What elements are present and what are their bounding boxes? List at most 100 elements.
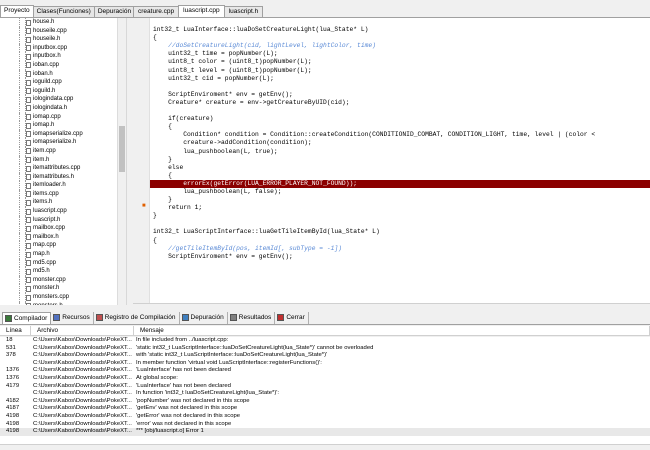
file-tree-item[interactable]: items.h bbox=[0, 198, 126, 208]
code-line: Creature* creature = env->getCreatureByU… bbox=[153, 98, 350, 106]
message-row[interactable]: 531 C:\Users\Kabos\Downloads\PokeXT... 'st… bbox=[0, 345, 650, 353]
file-tree-item[interactable]: itemloader.h bbox=[0, 181, 126, 190]
file-tree-item[interactable]: md5.h bbox=[0, 267, 126, 276]
file-name: iomap.h bbox=[33, 122, 55, 129]
code-line: } bbox=[153, 155, 172, 163]
tab-cerrar[interactable]: Cerrar bbox=[275, 311, 309, 324]
message-text: 'static int32_t LuaScriptInterface::luaD… bbox=[136, 344, 374, 351]
code-editor[interactable]: int32_t LuaInterface::luaDoSetCreatureLi… bbox=[150, 18, 650, 303]
file-tree-item[interactable]: monster.h bbox=[0, 284, 126, 293]
file-icon bbox=[26, 36, 31, 43]
message-row[interactable]: 4182 C:\Users\Kabos\Downloads\PokeXT... 'p… bbox=[0, 398, 650, 406]
tab-resultados[interactable]: Resultados bbox=[228, 311, 276, 324]
file-tree-item[interactable]: ioban.cpp bbox=[0, 60, 126, 70]
file-icon bbox=[26, 88, 31, 95]
file-tree-item[interactable]: iologindata.h bbox=[0, 103, 126, 113]
file-tree-item[interactable]: md5.cpp bbox=[0, 258, 126, 268]
file-tree-item[interactable]: iomapserialize.h bbox=[0, 138, 126, 147]
file-icon bbox=[26, 217, 31, 224]
file-tree-item[interactable]: inputbox.h bbox=[0, 52, 126, 61]
editor-horizontal-scrollbar[interactable] bbox=[133, 303, 650, 311]
message-row[interactable]: 4198 C:\Users\Kabos\Downloads\PokeXT... **… bbox=[0, 428, 650, 436]
file-name: iomapserialize.cpp bbox=[33, 130, 83, 137]
project-panel-tabs: Proyecto Clases(Funciones) Depuración bbox=[0, 5, 136, 18]
file-icon bbox=[26, 191, 31, 198]
tab-registro-de-compilaci-n[interactable]: Registro de Compilación bbox=[94, 311, 180, 324]
file-name: map.cpp bbox=[33, 242, 57, 249]
tree-guide bbox=[19, 250, 20, 259]
tab-proyecto[interactable]: Proyecto bbox=[0, 5, 34, 17]
file-tree-item[interactable]: itemattributes.h bbox=[0, 172, 126, 182]
tab-luascript-h[interactable]: luascript.h bbox=[223, 6, 264, 17]
file-tree-scrollbar[interactable] bbox=[117, 18, 126, 305]
tree-guide bbox=[19, 138, 20, 147]
file-tree-item[interactable]: map.cpp bbox=[0, 241, 126, 251]
message-row[interactable]: C:\Users\Kabos\Downloads\PokeXT... In fun… bbox=[0, 390, 650, 398]
message-row[interactable]: 4198 C:\Users\Kabos\Downloads\PokeXT... 'g… bbox=[0, 413, 650, 421]
code-line: } bbox=[153, 196, 172, 204]
tab-icon bbox=[95, 314, 103, 321]
message-row[interactable]: C:\Users\Kabos\Downloads\PokeXT... In mem… bbox=[0, 360, 650, 368]
file-tree-item[interactable]: mailbox.cpp bbox=[0, 224, 126, 233]
file-tree-scrollbar-thumb[interactable] bbox=[119, 126, 125, 172]
file-tree-item[interactable]: item.cpp bbox=[0, 146, 126, 156]
messages-header: Línea Archivo Mensaje bbox=[0, 326, 650, 336]
tree-guide bbox=[19, 267, 20, 276]
file-name: luascript.h bbox=[33, 216, 61, 223]
file-tree-item[interactable]: itemattributes.cpp bbox=[0, 164, 126, 173]
tab-creature-cpp[interactable]: creature.cpp bbox=[133, 6, 180, 17]
file-tree-item[interactable]: item.h bbox=[0, 155, 126, 165]
tab-luascript-cpp[interactable]: luascript.cpp bbox=[178, 5, 225, 17]
file-tree-item[interactable]: ioban.h bbox=[0, 69, 126, 79]
message-row[interactable]: 4198 C:\Users\Kabos\Downloads\PokeXT... 'e… bbox=[0, 421, 650, 429]
tab-clases[interactable]: Clases(Funciones) bbox=[32, 6, 95, 17]
tab-label: Depuración bbox=[190, 314, 224, 321]
file-tree-item[interactable]: houseile.cpp bbox=[0, 26, 126, 36]
message-row[interactable]: 1376 C:\Users\Kabos\Downloads\PokeXT... At… bbox=[0, 375, 650, 383]
message-row[interactable]: 4179 C:\Users\Kabos\Downloads\PokeXT... 'L… bbox=[0, 383, 650, 391]
message-row[interactable]: 378 C:\Users\Kabos\Downloads\PokeXT... wit… bbox=[0, 352, 650, 360]
file-tree-item[interactable]: luascript.h bbox=[0, 215, 126, 225]
file-name: inputbox.cpp bbox=[33, 44, 68, 51]
tab-recursos[interactable]: Recursos bbox=[51, 311, 94, 324]
col-header-archivo[interactable]: Archivo bbox=[31, 326, 134, 335]
message-file: C:\Users\Kabos\Downloads\PokeXT... bbox=[33, 344, 132, 351]
col-header-linea[interactable]: Línea bbox=[0, 326, 31, 335]
code-line: Condition* condition = Condition::create… bbox=[153, 131, 596, 139]
file-tree-item[interactable]: mailbox.h bbox=[0, 232, 126, 242]
file-tree-item[interactable]: iomapserialize.cpp bbox=[0, 129, 126, 139]
tree-guide bbox=[19, 129, 20, 139]
file-tree-item[interactable]: iomap.h bbox=[0, 121, 126, 130]
tree-guide bbox=[19, 293, 20, 302]
tab-depuraci-n[interactable]: Depuración bbox=[180, 311, 228, 324]
file-name: monster.cpp bbox=[33, 276, 66, 283]
message-text: 'LuaInterface' has not been declared bbox=[136, 382, 231, 389]
file-tree-item[interactable]: luascript.cpp bbox=[0, 207, 126, 216]
file-tree-item[interactable]: iologindata.cpp bbox=[0, 95, 126, 104]
file-tree-item[interactable]: ioguild.h bbox=[0, 86, 126, 96]
message-line bbox=[0, 390, 31, 398]
tab-compilador[interactable]: Compilador bbox=[2, 311, 52, 324]
message-row[interactable]: 4187 C:\Users\Kabos\Downloads\PokeXT... 'g… bbox=[0, 405, 650, 413]
col-header-mensaje[interactable]: Mensaje bbox=[134, 326, 650, 335]
file-tree-item[interactable]: ioguild.cpp bbox=[0, 78, 126, 87]
file-tree-item[interactable]: map.h bbox=[0, 250, 126, 259]
file-name: house.h bbox=[33, 19, 55, 25]
tree-guide bbox=[19, 69, 20, 79]
tab-depuracion-left[interactable]: Depuración bbox=[93, 6, 136, 17]
file-tree-item[interactable]: inputbox.cpp bbox=[0, 43, 126, 53]
file-tree-item[interactable]: houseile.h bbox=[0, 35, 126, 44]
file-tree-item[interactable]: items.cpp bbox=[0, 189, 126, 199]
file-tree-item[interactable]: monster.cpp bbox=[0, 275, 126, 285]
message-line: 378 bbox=[6, 352, 16, 359]
file-name: ioban.h bbox=[33, 70, 53, 77]
message-line: 4187 bbox=[6, 405, 20, 412]
message-row[interactable]: 1376 C:\Users\Kabos\Downloads\PokeXT... 'L… bbox=[0, 367, 650, 375]
file-tree-item[interactable]: monsters.cpp bbox=[0, 293, 126, 302]
tree-guide bbox=[19, 224, 20, 233]
file-tree-item[interactable]: iomap.cpp bbox=[0, 112, 126, 122]
file-icon bbox=[26, 45, 31, 52]
message-row[interactable]: 18 C:\Users\Kabos\Downloads\PokeXT... In f… bbox=[0, 337, 650, 345]
file-tree-item[interactable]: house.h bbox=[0, 18, 126, 27]
